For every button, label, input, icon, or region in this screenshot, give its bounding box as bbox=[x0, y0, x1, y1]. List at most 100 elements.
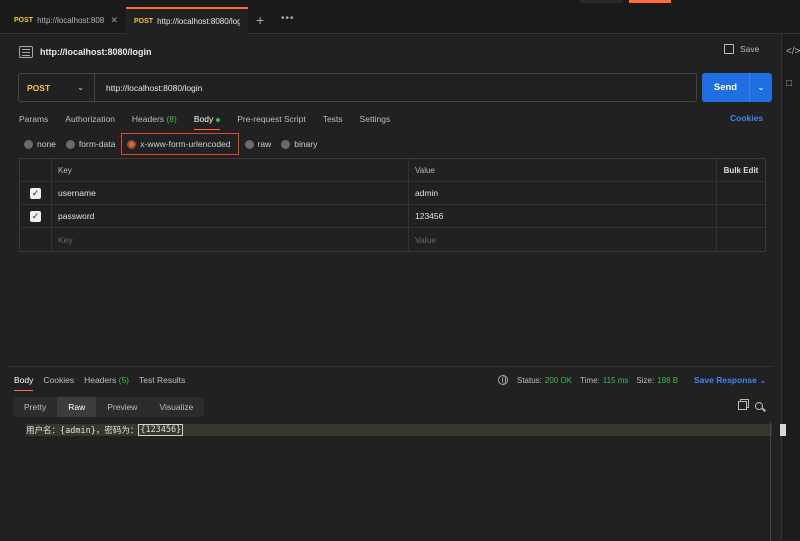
radio-none[interactable]: none bbox=[24, 139, 56, 149]
size-value: 198 B bbox=[657, 375, 679, 385]
value-cell[interactable]: admin bbox=[409, 182, 717, 204]
tab-body[interactable]: Body bbox=[193, 114, 221, 130]
table-header: Key Value Bulk Edit bbox=[20, 159, 765, 182]
response-tabs: Body Cookies Headers (5) Test Results bbox=[14, 375, 195, 391]
response-tab-headers-label: Headers bbox=[84, 375, 117, 385]
request-icon bbox=[19, 46, 33, 58]
cookies-link[interactable]: Cookies bbox=[730, 113, 763, 123]
tab-body-label: Body bbox=[193, 114, 214, 124]
header-key: Key bbox=[52, 159, 409, 181]
request-title-row: http://localhost:8080/login bbox=[19, 44, 152, 60]
top-strip bbox=[580, 0, 622, 3]
radio-icon bbox=[281, 139, 291, 149]
chevron-down-icon: ⌄ bbox=[759, 375, 767, 385]
response-tab-body[interactable]: Body bbox=[14, 375, 34, 391]
checkbox-checked[interactable]: ✓ bbox=[30, 210, 41, 222]
send-button[interactable]: Send ⌄ bbox=[702, 73, 772, 102]
response-panel: Body Cookies Headers (5) Test Results St… bbox=[8, 366, 786, 541]
view-visualize[interactable]: Visualize bbox=[148, 397, 204, 417]
method-value: POST bbox=[27, 82, 51, 93]
response-tab-headers[interactable]: Headers (5) bbox=[84, 375, 129, 385]
tab-bar: POST http://localhost:8080 ✕ POST http:/… bbox=[0, 0, 800, 34]
search-icon[interactable] bbox=[755, 401, 763, 410]
radio-label: x-www-form-urlencoded bbox=[140, 139, 231, 149]
response-tab-cookies[interactable]: Cookies bbox=[43, 375, 74, 385]
close-icon[interactable]: ✕ bbox=[110, 15, 118, 26]
bulk-edit-button[interactable]: Bulk Edit bbox=[717, 159, 765, 181]
response-tab-test-results[interactable]: Test Results bbox=[139, 375, 185, 385]
globe-icon[interactable] bbox=[498, 375, 508, 385]
radio-icon bbox=[244, 139, 254, 149]
right-sidebar: </> □ bbox=[781, 34, 800, 540]
view-pretty[interactable]: Pretty bbox=[13, 397, 57, 417]
tab-method: POST bbox=[134, 18, 154, 25]
response-headers-count: (5) bbox=[118, 375, 129, 385]
table-row: ✓ password 123456 bbox=[20, 205, 765, 228]
response-status: Status: 200 OK Time: 115 ms Size: 198 B bbox=[498, 375, 686, 385]
send-label: Send bbox=[713, 82, 738, 93]
radio-label: binary bbox=[294, 139, 318, 149]
tab-params[interactable]: Params bbox=[19, 114, 48, 124]
tab-headers[interactable]: Headers (8) bbox=[132, 114, 177, 124]
view-mode-selector: Pretty Raw Preview Visualize bbox=[13, 397, 205, 417]
row-extra-cell bbox=[717, 228, 765, 251]
checkbox-checked[interactable]: ✓ bbox=[30, 187, 41, 199]
body-type-selector: none form-data x-www-form-urlencoded raw… bbox=[24, 133, 327, 155]
request-tab-1[interactable]: POST http://localhost:8080 ✕ bbox=[6, 7, 126, 34]
value-placeholder[interactable]: Value bbox=[409, 228, 717, 251]
key-placeholder[interactable]: Key bbox=[52, 228, 409, 251]
chevron-down-icon[interactable]: ⌄ bbox=[750, 83, 772, 92]
tab-authorization[interactable]: Authorization bbox=[65, 114, 115, 124]
header-value: Value bbox=[409, 159, 717, 181]
tab-label: http://localhost:8080 bbox=[37, 16, 105, 25]
request-title[interactable]: http://localhost:8080/login bbox=[40, 47, 152, 57]
response-scrollbar[interactable] bbox=[770, 422, 771, 541]
table-row: ✓ username admin bbox=[20, 182, 765, 205]
tab-tests[interactable]: Tests bbox=[323, 114, 343, 124]
code-icon[interactable]: </> bbox=[786, 46, 800, 57]
row-check-cell bbox=[20, 228, 52, 251]
status-label: Status: bbox=[517, 375, 542, 385]
table-row-empty: Key Value bbox=[20, 228, 765, 251]
time-value: 115 ms bbox=[602, 375, 629, 385]
method-select[interactable]: POST ⌄ bbox=[19, 74, 95, 101]
response-body-line[interactable]: 用户名：{admin}，密码为： {123456} bbox=[26, 424, 786, 436]
tab-method: POST bbox=[14, 17, 34, 24]
view-raw[interactable]: Raw bbox=[57, 397, 97, 417]
text-cursor bbox=[780, 424, 786, 436]
save-response-button[interactable]: Save Response ⌄ bbox=[694, 375, 766, 386]
radio-binary[interactable]: binary bbox=[281, 139, 317, 149]
radio-label: raw bbox=[257, 139, 272, 149]
response-tools bbox=[738, 401, 763, 410]
active-dot-icon bbox=[216, 117, 221, 122]
tab-pre-request-script[interactable]: Pre-request Script bbox=[237, 114, 306, 124]
request-tab-2[interactable]: POST http://localhost:8080/log bbox=[126, 7, 248, 34]
value-cell[interactable]: 123456 bbox=[409, 205, 717, 227]
top-strip-accent bbox=[629, 0, 671, 3]
response-body-text: 用户名：{admin}，密码为： bbox=[26, 426, 139, 436]
save-button[interactable]: Save bbox=[724, 44, 759, 54]
size-label: Size: bbox=[636, 375, 655, 385]
response-body-highlight: {123456} bbox=[138, 424, 184, 436]
view-preview[interactable]: Preview bbox=[96, 397, 148, 417]
key-cell[interactable]: password bbox=[52, 205, 409, 227]
radio-selected-icon bbox=[127, 139, 137, 149]
tab-settings[interactable]: Settings bbox=[360, 114, 391, 124]
copy-icon[interactable] bbox=[738, 401, 747, 410]
new-tab-icon[interactable]: + bbox=[256, 12, 264, 28]
request-tabs: Params Authorization Headers (8) Body Pr… bbox=[19, 112, 407, 130]
status-value: 200 OK bbox=[544, 375, 573, 385]
url-input[interactable] bbox=[95, 82, 696, 93]
radio-raw[interactable]: raw bbox=[244, 139, 272, 149]
row-check-cell: ✓ bbox=[20, 182, 52, 204]
url-bar: POST ⌄ bbox=[18, 73, 697, 102]
key-cell[interactable]: username bbox=[52, 182, 409, 204]
tab-headers-label: Headers bbox=[131, 114, 165, 124]
radio-x-www-form-urlencoded[interactable]: x-www-form-urlencoded bbox=[121, 133, 239, 155]
more-icon[interactable]: ••• bbox=[281, 13, 295, 24]
info-icon[interactable]: □ bbox=[786, 78, 792, 89]
row-check-cell: ✓ bbox=[20, 205, 52, 227]
tab-label: http://localhost:8080/log bbox=[157, 17, 240, 26]
radio-form-data[interactable]: form-data bbox=[65, 139, 115, 149]
time-label: Time: bbox=[580, 375, 600, 385]
